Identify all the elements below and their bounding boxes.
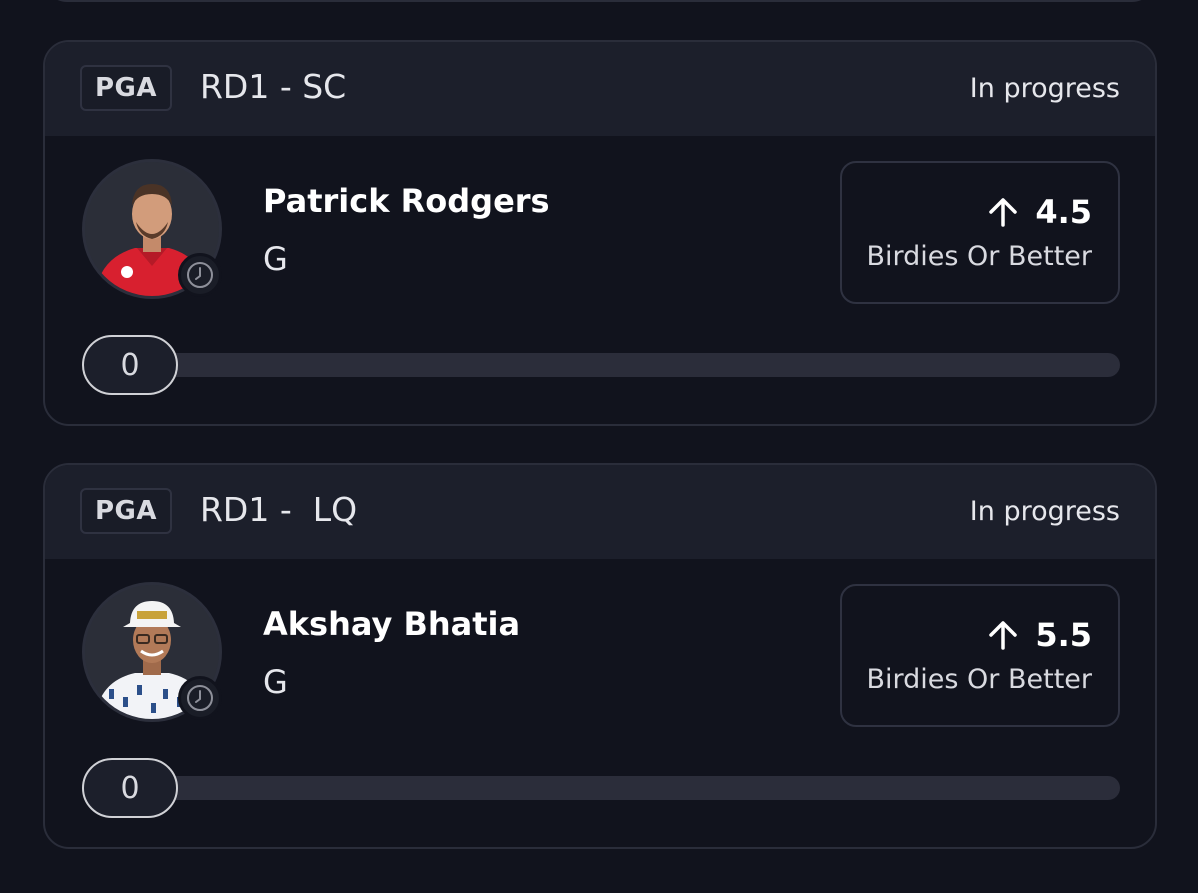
- game-status: In progress: [969, 73, 1120, 104]
- progress-track: [125, 353, 1120, 377]
- player-position: G: [263, 240, 288, 278]
- card-header: PGA RD1 - LQ In progress: [45, 465, 1155, 559]
- player-position: G: [263, 663, 288, 701]
- round-label: RD1 - SC: [200, 67, 347, 106]
- arrow-up-icon: [989, 198, 1018, 227]
- card-header: PGA RD1 - SC In progress: [45, 42, 1155, 136]
- round-label: RD1 - LQ: [200, 490, 358, 529]
- player-name: Patrick Rodgers: [263, 182, 550, 220]
- progress-track: [125, 776, 1120, 800]
- clock-icon: [178, 253, 222, 297]
- pick-card[interactable]: PGA RD1 - SC In progress Patrick Rodgers…: [43, 40, 1157, 426]
- progress-value: 0: [82, 335, 178, 395]
- projection-box[interactable]: 5.5 Birdies Or Better: [840, 584, 1120, 727]
- previous-card-bottom: [43, 0, 1156, 2]
- game-status: In progress: [969, 496, 1120, 527]
- player-avatar-wrap[interactable]: [82, 582, 226, 726]
- projection-box[interactable]: 4.5 Birdies Or Better: [840, 161, 1120, 304]
- progress-value: 0: [82, 758, 178, 818]
- projection-value: 5.5: [1035, 616, 1092, 654]
- player-avatar-wrap[interactable]: [82, 159, 226, 303]
- projection-stat: Birdies Or Better: [866, 241, 1092, 272]
- clock-icon: [178, 676, 222, 720]
- pick-card[interactable]: PGA RD1 - LQ In progress Akshay Bhatia G…: [43, 463, 1157, 849]
- player-name: Akshay Bhatia: [263, 605, 521, 643]
- league-badge: PGA: [80, 488, 172, 534]
- projection-value: 4.5: [1035, 193, 1092, 231]
- pick-list: PGA RD1 - SC In progress Patrick Rodgers…: [0, 0, 1198, 893]
- arrow-up-icon: [989, 621, 1018, 650]
- league-badge: PGA: [80, 65, 172, 111]
- projection-stat: Birdies Or Better: [866, 664, 1092, 695]
